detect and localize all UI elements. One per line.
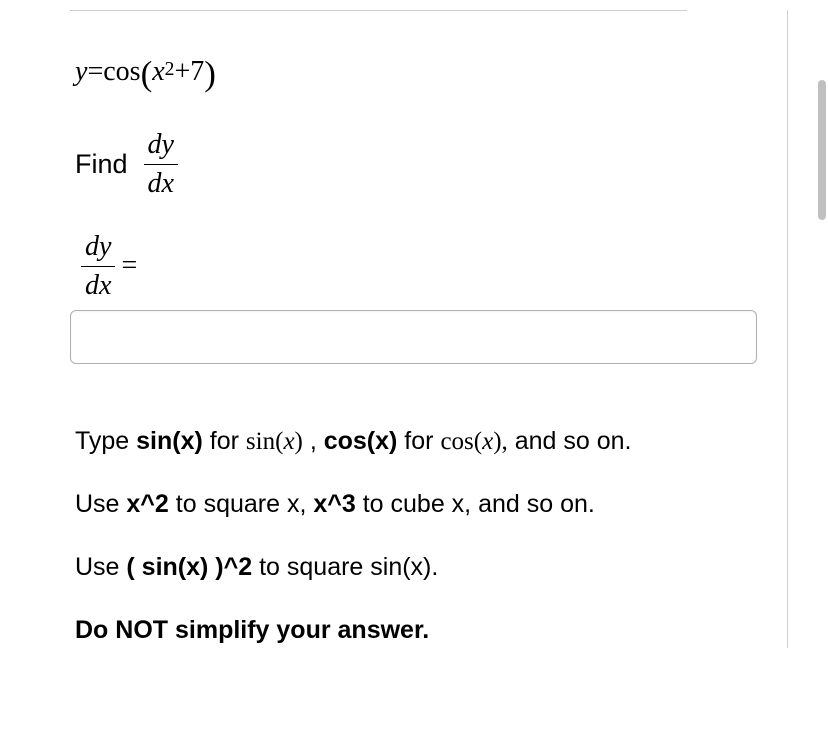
instructions: Type sin(x) for sin(x) , cos(x) for cos(… bbox=[0, 424, 757, 648]
answer-label-row: dy dx = bbox=[75, 230, 757, 302]
instruction-line-1: Type sin(x) for sin(x) , cos(x) for cos(… bbox=[75, 424, 757, 459]
arg-base: x bbox=[152, 55, 164, 89]
answer-input[interactable] bbox=[70, 310, 757, 364]
plus-sign: + bbox=[174, 55, 190, 89]
find-row: Find dy dx bbox=[75, 128, 757, 200]
instruction-line-3: Use ( sin(x) )^2 to square sin(x). bbox=[75, 550, 757, 585]
vertical-scrollbar[interactable] bbox=[816, 10, 826, 730]
arg-exponent: 2 bbox=[165, 58, 175, 82]
derivative-fraction-answer: dy dx bbox=[81, 230, 115, 302]
equals-sign-answer: = bbox=[121, 249, 137, 283]
instruction-line-4: Do NOT simplify your answer. bbox=[75, 613, 757, 648]
constant: 7 bbox=[190, 55, 204, 89]
answer-input-wrap bbox=[0, 310, 757, 364]
content-area: y = cos ( x 2 + 7 ) Find dy dx bbox=[0, 10, 828, 648]
derivative-fraction: dy dx bbox=[144, 128, 178, 200]
right-paren: ) bbox=[204, 53, 216, 95]
question-panel: y = cos ( x 2 + 7 ) Find dy dx bbox=[0, 10, 788, 648]
scrollbar-thumb[interactable] bbox=[818, 80, 826, 220]
left-paren: ( bbox=[141, 53, 153, 95]
equation-row: y = cos ( x 2 + 7 ) bbox=[75, 51, 757, 93]
problem-statement: y = cos ( x 2 + 7 ) Find dy dx bbox=[0, 11, 757, 302]
instruction-line-2: Use x^2 to square x, x^3 to cube x, and … bbox=[75, 487, 757, 522]
function-cos: cos bbox=[103, 55, 140, 89]
variable-y: y bbox=[75, 55, 87, 89]
equals-sign: = bbox=[87, 55, 103, 89]
find-label: Find bbox=[75, 148, 128, 180]
